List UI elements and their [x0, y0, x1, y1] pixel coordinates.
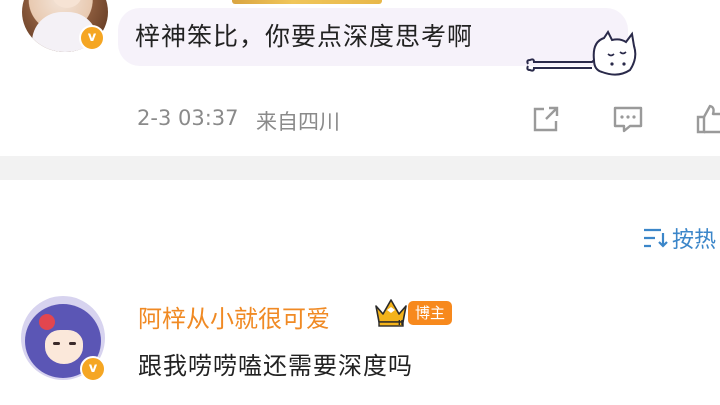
crown-level: II	[398, 319, 403, 327]
sort-by-hot-link[interactable]: 按热	[672, 222, 716, 254]
verified-badge-icon: v	[80, 356, 106, 382]
avatar-eye	[53, 342, 60, 345]
comment-timestamp: 2-3 03:37	[137, 106, 239, 130]
avatar-eye	[69, 342, 76, 345]
verified-badge-icon: v	[79, 25, 105, 51]
avatar-flower	[39, 314, 55, 330]
section-divider	[0, 156, 720, 180]
avatar-face	[52, 0, 82, 8]
comment-text: 跟我唠唠嗑还需要深度吗	[138, 352, 413, 380]
name-strip-decoration	[232, 0, 382, 4]
avatar-face	[45, 330, 83, 364]
share-icon[interactable]	[530, 103, 562, 135]
like-icon[interactable]	[694, 103, 720, 135]
blogger-tag: 博主	[408, 301, 453, 325]
crown-icon: II	[375, 299, 407, 327]
comment-text: 梓神笨比，你要点深度思考啊	[135, 22, 474, 51]
comment-icon[interactable]	[612, 103, 644, 135]
sort-icon[interactable]	[641, 227, 669, 249]
comment-page: v 梓神笨比，你要点深度思考啊 2-3 03:37 来自四川 按热 v 阿梓从小…	[0, 0, 720, 405]
cat-doodle-icon	[526, 30, 637, 76]
comment-location: 来自四川	[256, 110, 340, 134]
username[interactable]: 阿梓从小就很可爱	[138, 299, 330, 334]
